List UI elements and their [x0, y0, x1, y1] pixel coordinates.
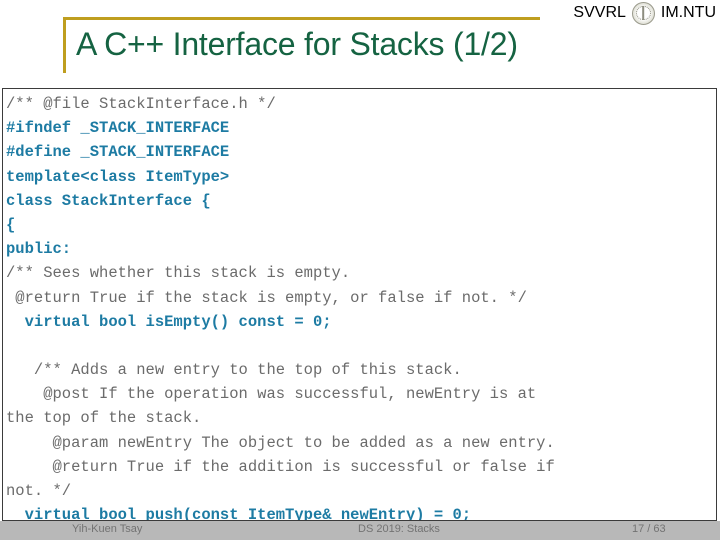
code-line: #ifndef _STACK_INTERFACE	[6, 119, 230, 138]
brand-label-svvrl: SVVRL	[573, 4, 626, 21]
code-line: {	[6, 215, 16, 234]
code-line: virtual bool isEmpty() const = 0;	[6, 312, 332, 331]
header-brand: SVVRL IM.NTU	[573, 1, 716, 25]
code-line: public:	[6, 240, 72, 259]
title-accent-bar	[63, 17, 66, 73]
footer-course: DS 2019: Stacks	[358, 523, 440, 535]
code-block: /** @file StackInterface.h */ #ifndef _ST…	[2, 88, 717, 521]
code-line: the top of the stack.	[6, 409, 202, 428]
header-gold-rule	[63, 17, 540, 20]
code-line: @param newEntry The object to be added a…	[6, 433, 555, 452]
code-line: class StackInterface {	[6, 191, 211, 210]
code-line: not. */	[6, 482, 72, 500]
code-line: /** Sees whether this stack is empty.	[6, 264, 351, 283]
brand-label-imntu: IM.NTU	[660, 4, 716, 21]
code-line: @post If the operation was successful, n…	[6, 385, 537, 404]
code-line: virtual bool push(const ItemType& newEnt…	[6, 506, 472, 521]
footer-page-number: 17 / 63	[632, 523, 666, 535]
page-title: A C++ Interface for Stacks (1/2)	[76, 26, 518, 62]
code-line: template<class ItemType>	[6, 167, 230, 186]
slide-footer: Yih-Kuen Tsay DS 2019: Stacks 17 / 63	[0, 521, 720, 540]
code-line: /** Adds a new entry to the top of this …	[6, 361, 462, 380]
code-line: @return True if the stack is empty, or f…	[6, 288, 527, 307]
code-line: /** @file StackInterface.h */	[6, 95, 276, 113]
code-line-list: /** @file StackInterface.h */ #ifndef _ST…	[3, 89, 716, 521]
ntu-seal-icon	[631, 1, 655, 25]
code-line: #define _STACK_INTERFACE	[6, 143, 230, 162]
footer-author: Yih-Kuen Tsay	[72, 523, 143, 535]
code-line: @return True if the addition is successf…	[6, 457, 555, 476]
